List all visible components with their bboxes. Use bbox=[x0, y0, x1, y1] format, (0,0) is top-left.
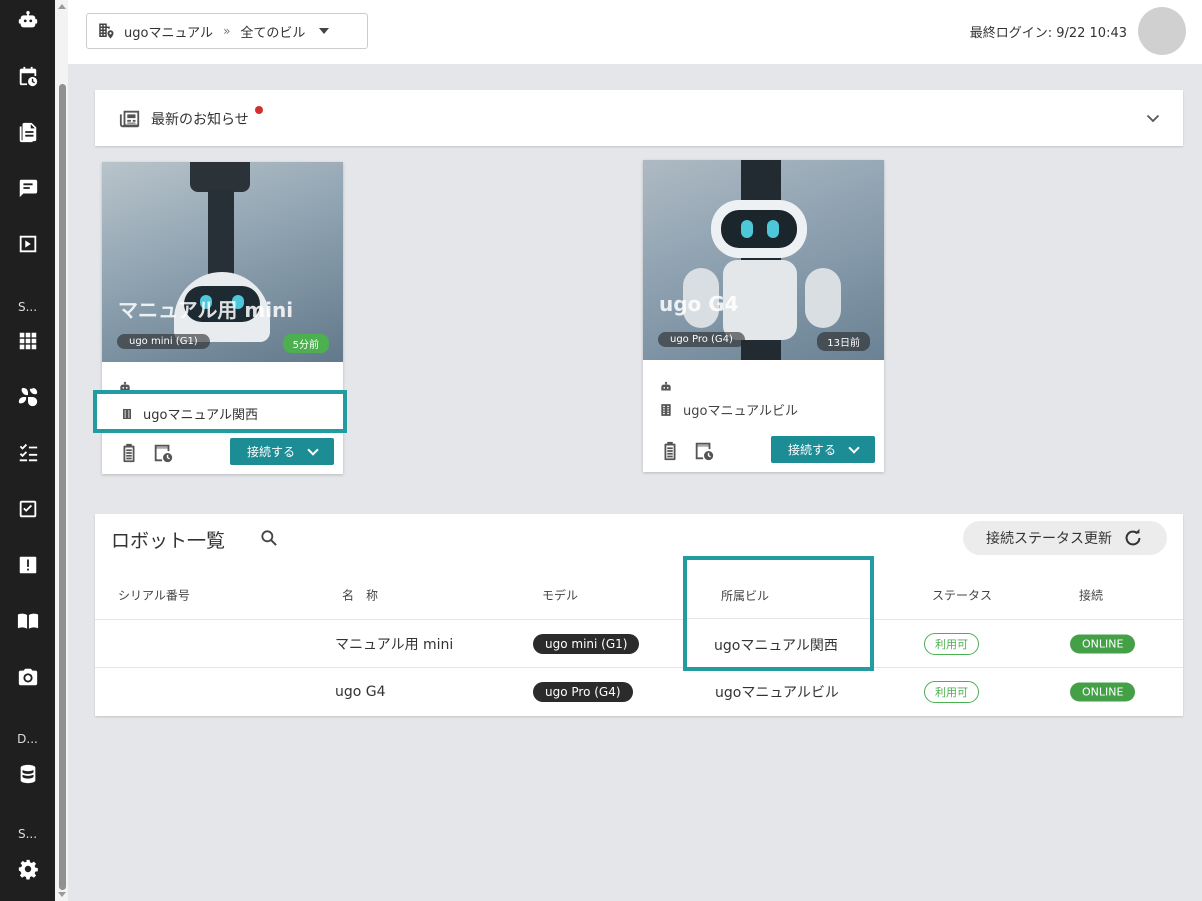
alert-icon[interactable] bbox=[14, 551, 42, 579]
sidebar-section-label: S... bbox=[17, 827, 38, 841]
schedule-history-icon[interactable] bbox=[152, 442, 174, 464]
chevron-down-icon[interactable] bbox=[1145, 110, 1161, 126]
notification-dot bbox=[255, 106, 263, 114]
column-header[interactable]: 名 称 bbox=[342, 586, 378, 603]
grid-icon[interactable] bbox=[14, 327, 42, 355]
column-header[interactable]: 所属ビル bbox=[721, 587, 769, 604]
robot-building: ugoマニュアル関西 bbox=[143, 408, 259, 423]
building-icon bbox=[123, 408, 131, 419]
column-header[interactable]: 接続 bbox=[1079, 586, 1103, 603]
last-login-text: 最終ログイン: 9/22 10:43 bbox=[969, 26, 1127, 41]
robot-building-row: ugoマニュアルビル bbox=[659, 400, 798, 419]
model-cell: ugo mini (G1) bbox=[533, 633, 640, 654]
database-icon[interactable] bbox=[14, 760, 42, 788]
connection-badge: ONLINE bbox=[1070, 634, 1136, 653]
play-icon[interactable] bbox=[14, 230, 42, 258]
connect-button-label: 接続する bbox=[246, 445, 295, 459]
news-panel[interactable]: 最新のお知らせ bbox=[95, 90, 1183, 146]
sidebar-section-label: S... bbox=[17, 300, 38, 314]
checklist-icon[interactable] bbox=[14, 439, 42, 467]
robot-name: ugo G4 bbox=[659, 292, 739, 316]
connection-badge: ONLINE bbox=[1070, 682, 1136, 702]
building-selector[interactable]: ugoマニュアル » 全てのビル bbox=[86, 13, 368, 49]
fan-icon[interactable] bbox=[14, 383, 42, 411]
refresh-icon bbox=[1125, 528, 1141, 546]
connect-button[interactable]: 接続する bbox=[230, 438, 334, 465]
highlighted-building-column: 所属ビル ugoマニュアル関西 bbox=[683, 556, 874, 671]
refresh-status-button[interactable]: 接続ステータス更新 bbox=[963, 521, 1167, 555]
battery-icon[interactable] bbox=[659, 440, 681, 462]
dropdown-caret-icon bbox=[319, 28, 330, 34]
newspaper-icon bbox=[119, 110, 140, 128]
settings-icon[interactable] bbox=[14, 855, 42, 883]
search-icon[interactable] bbox=[259, 528, 279, 548]
refresh-status-label: 接続ステータス更新 bbox=[986, 531, 1112, 547]
robot-small-icon bbox=[661, 381, 671, 391]
avatar[interactable] bbox=[1138, 7, 1186, 55]
camera-icon[interactable] bbox=[14, 663, 42, 691]
scroll-down-arrow[interactable] bbox=[58, 892, 66, 897]
document-icon[interactable] bbox=[14, 118, 42, 146]
building-cell: ugoマニュアル関西 bbox=[714, 638, 838, 654]
column-header[interactable]: モデル bbox=[542, 586, 578, 603]
robot-list-panel: ロボット一覧 接続ステータス更新 シリアル番号 名 称 モデル ステータス 接続… bbox=[95, 514, 1183, 716]
robot-photo: マニュアル用 mini ugo mini (G1) 5分前 bbox=[102, 162, 343, 362]
model-cell: ugo Pro (G4) bbox=[533, 682, 633, 702]
chevron-down-icon bbox=[307, 443, 319, 456]
table-header: シリアル番号 名 称 モデル ステータス 接続 bbox=[95, 570, 1183, 620]
breadcrumb-separator: » bbox=[223, 24, 231, 38]
connect-button-label: 接続する bbox=[787, 443, 836, 457]
column-header[interactable]: シリアル番号 bbox=[118, 586, 190, 603]
robot-type-row bbox=[659, 380, 683, 394]
robot-icon[interactable] bbox=[14, 6, 42, 34]
breadcrumb-root: ugoマニュアル bbox=[124, 25, 214, 41]
robot-name-cell: ugo G4 bbox=[335, 684, 386, 700]
model-badge: ugo Pro (G4) bbox=[658, 332, 745, 347]
column-header[interactable]: ステータス bbox=[932, 586, 992, 603]
status-badge: 利用可 bbox=[924, 632, 979, 655]
highlighted-building-row: ugoマニュアル関西 bbox=[93, 390, 347, 433]
breadcrumb-current: 全てのビル bbox=[240, 25, 306, 41]
last-seen-badge: 5分前 bbox=[282, 334, 329, 353]
robot-name: マニュアル用 mini bbox=[118, 298, 294, 322]
chevron-down-icon bbox=[848, 441, 860, 454]
robot-building: ugoマニュアルビル bbox=[683, 404, 799, 419]
building-cell: ugoマニュアルビル bbox=[715, 685, 839, 701]
manual-book-icon[interactable] bbox=[14, 607, 42, 635]
chat-icon[interactable] bbox=[14, 174, 42, 202]
robot-photo: ugo G4 ugo Pro (G4) 13日前 bbox=[643, 160, 884, 360]
connect-button[interactable]: 接続する bbox=[771, 436, 875, 463]
last-seen-badge: 13日前 bbox=[817, 332, 870, 351]
table-row[interactable]: ugo G4 ugo Pro (G4) ugoマニュアルビル 利用可 ONLIN… bbox=[95, 668, 1183, 716]
sidebar: S... D... S... bbox=[0, 0, 55, 901]
battery-icon[interactable] bbox=[118, 442, 140, 464]
building-icon bbox=[661, 403, 671, 416]
news-title: 最新のお知らせ bbox=[151, 112, 249, 128]
robot-card[interactable]: ugo G4 ugo Pro (G4) 13日前 ugoマニュアルビル 接続する bbox=[643, 160, 884, 472]
task-check-icon[interactable] bbox=[14, 495, 42, 523]
status-badge: 利用可 bbox=[924, 681, 979, 703]
calendar-clock-icon[interactable] bbox=[14, 62, 42, 90]
table-row[interactable]: マニュアル用 mini ugo mini (G1) 利用可 ONLINE bbox=[95, 620, 1183, 668]
scroll-up-arrow[interactable] bbox=[58, 4, 66, 9]
scrollbar-thumb[interactable] bbox=[59, 84, 66, 890]
robot-list-title: ロボット一覧 bbox=[111, 530, 226, 552]
schedule-history-icon[interactable] bbox=[693, 440, 715, 462]
model-badge: ugo mini (G1) bbox=[117, 334, 210, 349]
top-header: ugoマニュアル » 全てのビル 最終ログイン: 9/22 10:43 bbox=[68, 0, 1202, 64]
building-location-icon bbox=[99, 23, 114, 39]
robot-name-cell: マニュアル用 mini bbox=[335, 636, 454, 653]
sidebar-section-label: D... bbox=[17, 732, 38, 746]
